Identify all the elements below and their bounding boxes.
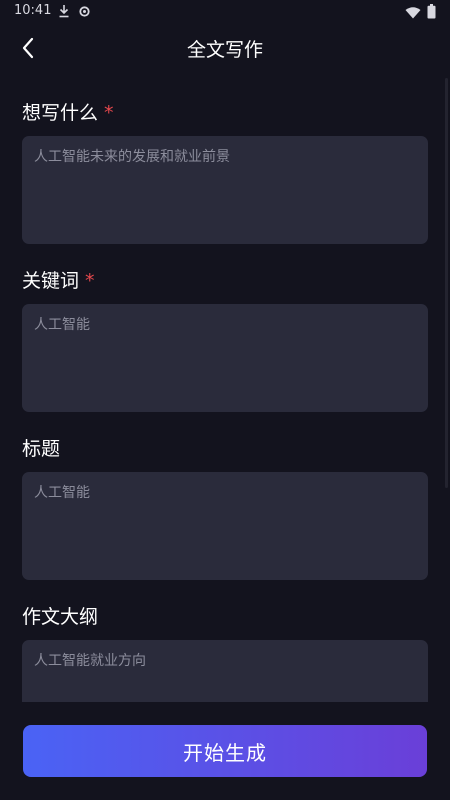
field-label-keywords: 关键词 *	[22, 268, 95, 294]
header: 全文写作	[0, 24, 450, 76]
battery-icon	[427, 4, 436, 23]
download-icon	[58, 3, 70, 22]
field-label-topic: 想写什么 *	[22, 100, 114, 126]
wifi-icon	[405, 4, 421, 23]
start-generate-button[interactable]: 开始生成	[23, 725, 427, 777]
status-time: 10:41	[14, 3, 52, 18]
status-notification-icons	[58, 3, 91, 22]
full-text-writing-screen: 10:41 全文写作 想写什么 * 人工智能未来的发展和就业前景 关键词 * 人…	[0, 0, 450, 800]
topic-input[interactable]	[22, 136, 428, 244]
field-label-text: 标题	[22, 438, 61, 460]
status-bar: 10:41	[0, 0, 450, 24]
settings-gear-icon	[78, 3, 91, 22]
field-label-text: 作文大纲	[22, 606, 99, 628]
field-label-text: 关键词	[22, 270, 80, 292]
page-title: 全文写作	[186, 39, 263, 61]
field-label-title: 标题	[22, 436, 60, 462]
required-mark: *	[85, 270, 95, 292]
title-input[interactable]	[22, 472, 428, 580]
required-mark: *	[104, 102, 114, 124]
status-system-icons	[405, 4, 436, 23]
keywords-input[interactable]	[22, 304, 428, 412]
field-label-outline: 作文大纲	[22, 604, 98, 630]
field-label-text: 想写什么	[22, 102, 99, 124]
scrollbar[interactable]	[445, 78, 448, 488]
